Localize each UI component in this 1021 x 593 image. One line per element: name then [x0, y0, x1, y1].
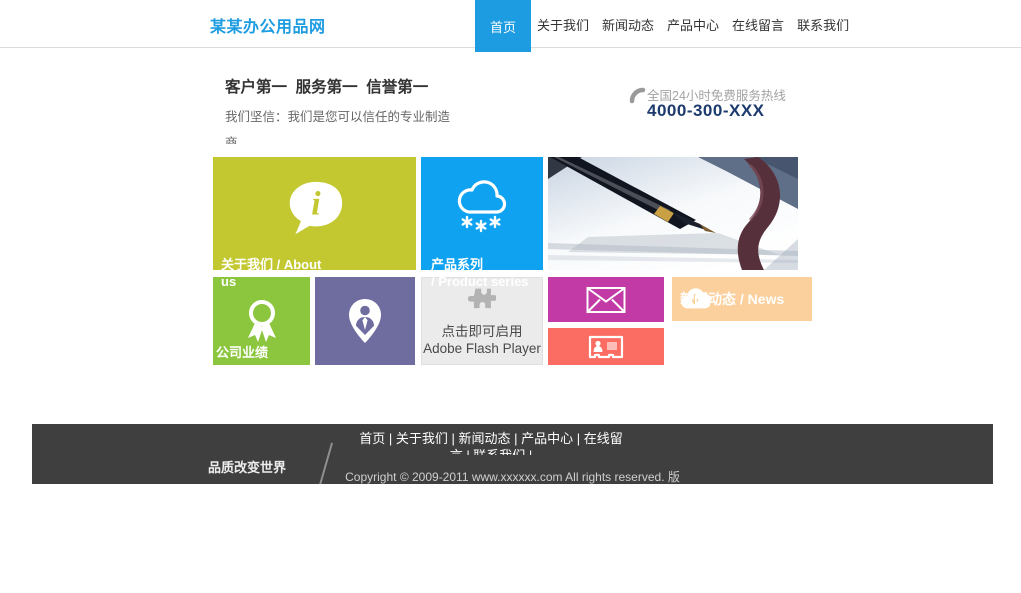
flash-line1: 点击即可启用	[422, 323, 542, 340]
performance-tile-label[interactable]: 公司业绩	[216, 345, 268, 362]
header: 某某办公用品网 首页 关于我们 新闻动态 产品中心 在线留言 联系我们	[0, 0, 1021, 48]
svg-text:i: i	[311, 186, 321, 223]
nav-item-news[interactable]: 新闻动态	[602, 15, 654, 34]
phone-handset-icon	[629, 87, 646, 104]
footer-nav[interactable]: 首页 | 关于我们 | 新闻动态 | 产品中心 | 在线留言 | 联系我们 |	[356, 430, 626, 455]
tile-gallery[interactable]	[548, 328, 664, 365]
id-card-icon	[588, 335, 624, 359]
page: 某某办公用品网 首页 关于我们 新闻动态 产品中心 在线留言 联系我们 客户第一…	[0, 0, 1021, 593]
tile-location[interactable]	[315, 277, 415, 365]
hero-title: 客户第一 服务第一 信誉第一	[225, 75, 428, 97]
about-tile-label[interactable]: 关于我们 / About us	[221, 257, 421, 290]
snow-cloud-icon	[453, 176, 511, 238]
puzzle-piece-icon	[468, 287, 496, 313]
flash-enable-text: 点击即可启用 Adobe Flash Player	[422, 323, 542, 357]
nav-item-about[interactable]: 关于我们	[537, 15, 589, 34]
hotline-number: 4000-300-XXX	[647, 101, 765, 121]
envelope-icon	[586, 286, 626, 313]
nav-item-products[interactable]: 产品中心	[667, 15, 719, 34]
hero-subtitle: 我们坚信：我们是您可以信任的专业制造 商	[225, 104, 465, 144]
pen-photo	[548, 157, 798, 270]
footer-copyright: Copyright © 2009-2011 www.xxxxxx.com All…	[32, 468, 993, 484]
flash-placeholder[interactable]: 点击即可启用 Adobe Flash Player	[421, 277, 543, 365]
tile-photo-pen[interactable]	[548, 157, 798, 270]
footer: 首页 | 关于我们 | 新闻动态 | 产品中心 | 在线留言 | 联系我们 | …	[32, 424, 993, 484]
award-ribbon-icon	[244, 299, 280, 343]
news-tile-label: 新闻动态 / News	[680, 291, 784, 308]
map-pin-person-icon	[348, 299, 382, 343]
info-speech-bubble-icon: i	[285, 180, 345, 238]
site-logo[interactable]: 某某办公用品网	[210, 13, 326, 37]
products-tile-label[interactable]: 产品系列 / Product series	[431, 257, 631, 290]
nav-item-contact[interactable]: 联系我们	[797, 15, 849, 34]
nav-item-message[interactable]: 在线留言	[732, 15, 784, 34]
tile-news[interactable]: 新闻动态 / News	[672, 277, 812, 321]
tile-products[interactable]	[421, 157, 543, 270]
flash-line2: Adobe Flash Player	[422, 340, 542, 357]
tile-about[interactable]: i	[213, 157, 416, 270]
nav-item-home-active[interactable]: 首页	[475, 0, 531, 52]
header-nav: 关于我们 新闻动态 产品中心 在线留言 联系我们	[537, 0, 849, 48]
